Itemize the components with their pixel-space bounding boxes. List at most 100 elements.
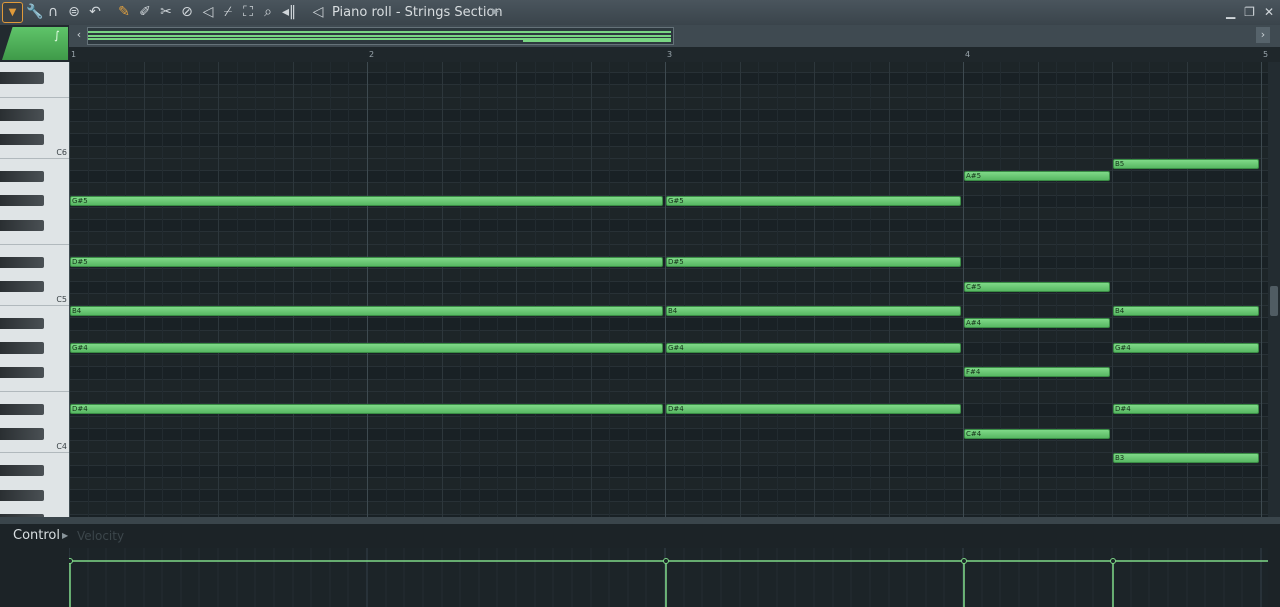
velocity-handle[interactable] <box>663 558 669 564</box>
row-line <box>69 145 1268 147</box>
zoom-icon[interactable]: ⌕ <box>260 3 276 22</box>
black-key[interactable] <box>0 403 44 416</box>
black-key[interactable] <box>0 256 44 268</box>
wave-icon: ∫ <box>54 29 60 42</box>
panel-splitter[interactable] <box>0 517 1280 524</box>
black-key[interactable] <box>0 428 44 440</box>
close-icon[interactable]: ✕ <box>1264 5 1274 19</box>
row-line <box>69 219 1268 221</box>
note[interactable]: A#4 <box>964 318 1110 329</box>
note[interactable]: D#4 <box>666 404 961 415</box>
white-key-divider <box>0 243 69 245</box>
vertical-scroll-thumb[interactable] <box>1270 286 1278 316</box>
row-line <box>69 84 1268 86</box>
note[interactable]: B4 <box>666 306 961 317</box>
overview-scrollbar[interactable]: ‹ › <box>69 25 1280 47</box>
overview-note-line <box>523 40 671 42</box>
speaker-icon[interactable]: ◁ <box>310 3 326 22</box>
note[interactable]: G#5 <box>666 195 961 206</box>
step-line <box>646 62 647 517</box>
black-key[interactable] <box>0 219 44 231</box>
step-line <box>1187 62 1188 517</box>
black-key-row <box>69 108 1268 122</box>
note[interactable]: C#4 <box>964 428 1110 439</box>
step-line <box>330 62 331 517</box>
note[interactable]: D#4 <box>70 404 663 415</box>
brush-icon[interactable]: ✐ <box>137 3 153 22</box>
black-key[interactable] <box>0 195 44 207</box>
step-line <box>609 62 610 517</box>
playback-icon[interactable]: ◂‖ <box>281 3 297 22</box>
note[interactable]: F#4 <box>964 367 1110 378</box>
menu-arrow-icon[interactable]: ▼ <box>2 2 23 23</box>
maximize-icon[interactable]: ❐ <box>1244 5 1255 19</box>
mute-icon[interactable]: ⊘ <box>179 3 195 22</box>
note-grid[interactable]: G#5 G#5 D#5 D#5 B4 B4 G#4 G#4 D#4 D#4 A#5 C#5 A#4 F#4… <box>69 62 1268 517</box>
black-key[interactable] <box>0 170 44 182</box>
row-line <box>69 157 1268 159</box>
note[interactable]: G#4 <box>70 342 663 353</box>
note[interactable]: B4 <box>70 306 663 317</box>
overview-window[interactable] <box>87 27 674 45</box>
wrench-icon[interactable]: 🔧 <box>26 3 43 22</box>
black-key-row <box>69 219 1268 232</box>
note-label: B3 <box>1115 454 1125 463</box>
vertical-scrollbar[interactable] <box>1268 62 1280 517</box>
control-arrow-icon[interactable]: ▶ <box>62 530 68 542</box>
black-key[interactable] <box>0 72 44 84</box>
black-key[interactable] <box>0 366 44 379</box>
note[interactable]: B5 <box>1113 158 1259 169</box>
black-key[interactable] <box>0 465 44 477</box>
note[interactable]: C#5 <box>964 281 1110 292</box>
row-line <box>69 464 1268 466</box>
note-label: G#4 <box>668 343 684 352</box>
note-label: G#5 <box>668 196 684 205</box>
row-line <box>69 476 1268 478</box>
control-label[interactable]: Control <box>13 528 60 544</box>
velocity-handle[interactable] <box>1110 558 1116 564</box>
note[interactable]: G#4 <box>1113 342 1259 353</box>
note[interactable]: A#5 <box>964 171 1110 182</box>
step-line <box>237 62 238 517</box>
velocity-lane[interactable] <box>69 548 1268 607</box>
pencil-icon[interactable]: ✎ <box>116 3 132 22</box>
slice-icon[interactable]: ⌿ <box>220 3 236 22</box>
black-key[interactable] <box>0 281 44 293</box>
velocity-handle[interactable] <box>961 558 967 564</box>
title-arrow-icon[interactable]: ▶ <box>492 4 499 21</box>
note[interactable]: D#5 <box>70 257 663 268</box>
black-key[interactable] <box>0 109 44 121</box>
note[interactable]: B4 <box>1113 306 1259 317</box>
white-key-divider <box>0 157 69 159</box>
note[interactable]: B3 <box>1113 453 1259 464</box>
note[interactable]: D#5 <box>666 257 961 268</box>
note-label: B4 <box>1115 307 1125 316</box>
piano-keyboard[interactable]: C6 C5 C4 <box>0 62 70 517</box>
black-key[interactable] <box>0 133 44 146</box>
speaker-mute-icon[interactable]: ◁ <box>200 3 216 22</box>
black-key[interactable] <box>0 317 44 330</box>
magnet-icon[interactable]: ∩ <box>45 3 61 22</box>
velocity-handle[interactable] <box>69 558 73 564</box>
bar-ruler[interactable]: 1 2 3 4 5 <box>69 47 1280 63</box>
row-line <box>69 133 1268 135</box>
row-line <box>69 243 1268 245</box>
delete-icon[interactable]: ✂ <box>158 3 174 22</box>
step-line <box>386 62 387 517</box>
bar-number: 5 <box>1263 50 1269 59</box>
note[interactable]: G#5 <box>70 195 663 206</box>
note[interactable]: D#4 <box>1113 404 1259 415</box>
select-icon[interactable]: ⛶ <box>240 3 256 22</box>
scroll-right-icon[interactable]: › <box>1256 27 1270 43</box>
black-key[interactable] <box>0 342 44 354</box>
black-key[interactable] <box>0 489 44 501</box>
bar-line <box>69 62 70 517</box>
velocity-chart[interactable] <box>69 548 1268 607</box>
minimize-icon[interactable]: ▁ <box>1226 5 1235 19</box>
playlist-icon[interactable]: ⊜ <box>66 3 82 22</box>
step-line <box>88 62 89 517</box>
note[interactable]: G#4 <box>666 342 961 353</box>
control-parameter[interactable]: Velocity <box>77 528 124 544</box>
scroll-left-icon[interactable]: ‹ <box>72 27 86 43</box>
undo-icon[interactable]: ↶ <box>87 3 103 22</box>
